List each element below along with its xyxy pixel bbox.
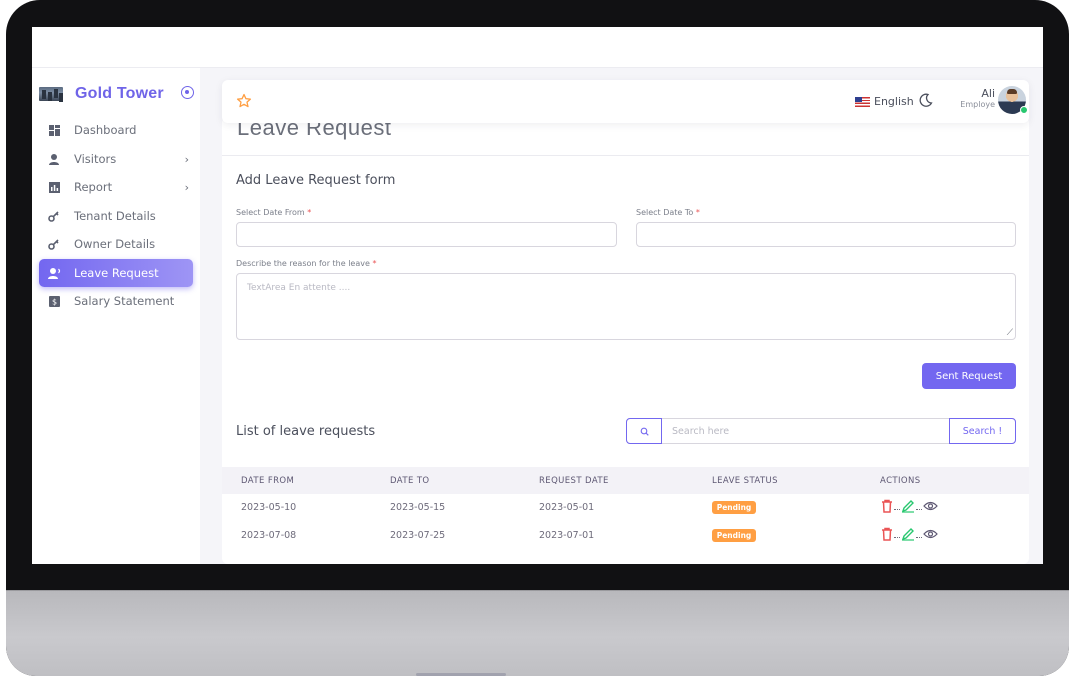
user-name: Ali: [981, 87, 995, 100]
date-to-field[interactable]: [636, 222, 1016, 247]
separator: [916, 537, 922, 538]
user-info[interactable]: Ali Employe: [940, 88, 995, 110]
dashboard-icon: [47, 123, 61, 137]
reason-label: Describe the reason for the leave *: [236, 259, 376, 268]
required-mark: *: [307, 208, 312, 217]
sidebar-item-label: Report: [74, 180, 113, 195]
search-input[interactable]: Search here: [662, 419, 949, 443]
resize-handle-icon[interactable]: ⟋: [1007, 328, 1013, 338]
search-button[interactable]: Search !: [949, 418, 1016, 444]
date-to-label: Select Date To *: [636, 208, 700, 217]
view-icon[interactable]: [923, 500, 938, 512]
separator: [916, 509, 922, 510]
sidebar-nav: Dashboard Visitors › Report › Tenant Det…: [39, 116, 193, 316]
date-to-label-text: Select Date To: [636, 208, 694, 217]
date-from-label: Select Date From *: [236, 208, 311, 217]
chevron-right-icon: ›: [184, 181, 189, 194]
sidebar-toggle-icon[interactable]: [181, 86, 194, 99]
monitor-frame: Gold Tower Dashboard Visitors › Report ›…: [6, 0, 1069, 676]
list-title: List of leave requests: [236, 424, 376, 439]
status-badge: Pending: [712, 529, 756, 542]
row-actions: [881, 499, 938, 513]
sidebar-item-visitors[interactable]: Visitors ›: [39, 145, 193, 174]
reason-textarea[interactable]: TextArea En attente .... ⟋: [236, 273, 1016, 340]
date-from-field[interactable]: [236, 222, 617, 247]
sidebar-item-label: Leave Request: [74, 265, 159, 280]
brand-logo: [39, 87, 63, 101]
online-status-indicator: [1020, 106, 1028, 114]
key-icon: [47, 237, 61, 251]
status-badge: Pending: [712, 501, 756, 514]
sidebar: Gold Tower Dashboard Visitors › Report ›…: [32, 68, 200, 564]
sidebar-item-owner-details[interactable]: Owner Details: [39, 230, 193, 259]
column-header: DATE TO: [390, 476, 430, 486]
salary-icon: $: [47, 294, 61, 308]
search-bar: Search here Search !: [626, 418, 1016, 444]
divider: [222, 155, 1029, 156]
sidebar-item-label: Visitors: [74, 151, 117, 166]
us-flag-icon: [855, 96, 870, 107]
date-from-label-text: Select Date From: [236, 208, 305, 217]
required-mark: *: [695, 208, 700, 217]
sidebar-item-report[interactable]: Report ›: [39, 173, 193, 202]
avatar[interactable]: [998, 86, 1028, 114]
cell-date-to: 2023-05-15: [390, 502, 446, 513]
column-header: REQUEST DATE: [539, 476, 609, 486]
required-mark: *: [372, 259, 377, 268]
reason-label-text: Describe the reason for the leave: [236, 259, 370, 268]
cell-date-to: 2023-07-25: [390, 530, 446, 541]
cell-request-date: 2023-07-01: [539, 530, 595, 541]
report-icon: [47, 180, 61, 194]
delete-icon[interactable]: [881, 499, 893, 513]
sidebar-item-dashboard[interactable]: Dashboard: [39, 116, 193, 145]
table-row: 2023-05-10 2023-05-15 2023-05-01 Pending: [222, 494, 1029, 522]
column-header: ACTIONS: [880, 476, 921, 486]
visitors-icon: [47, 152, 61, 166]
leave-request-icon: [47, 266, 61, 280]
user-role: Employe: [960, 100, 995, 109]
svg-text:$: $: [51, 297, 56, 306]
moon-icon[interactable]: [919, 93, 933, 107]
cell-date-from: 2023-05-10: [241, 502, 297, 513]
sidebar-item-tenant-details[interactable]: Tenant Details: [39, 202, 193, 231]
browser-top-strip: [32, 27, 1043, 68]
delete-icon[interactable]: [881, 527, 893, 541]
sidebar-item-label: Tenant Details: [74, 208, 156, 223]
chin-divider: [6, 590, 1069, 591]
brand[interactable]: Gold Tower: [39, 83, 194, 105]
edit-icon[interactable]: [901, 527, 915, 541]
table-row: 2023-07-08 2023-07-25 2023-07-01 Pending: [222, 522, 1029, 550]
chevron-right-icon: ›: [184, 152, 189, 166]
app-screen: Gold Tower Dashboard Visitors › Report ›…: [32, 27, 1043, 564]
sidebar-item-label: Owner Details: [74, 237, 156, 252]
reason-placeholder: TextArea En attente ....: [247, 283, 351, 293]
search-icon[interactable]: [626, 418, 662, 444]
sidebar-item-leave-request[interactable]: Leave Request: [39, 258, 193, 287]
cell-date-from: 2023-07-08: [241, 530, 297, 541]
separator: [894, 509, 900, 510]
sidebar-item-label: Salary Statement: [74, 294, 175, 309]
main-content: Leave Request Add Leave Request form Sel…: [222, 115, 1029, 564]
column-header: DATE FROM: [241, 476, 295, 486]
star-icon[interactable]: [236, 93, 252, 109]
key-icon: [47, 209, 61, 223]
top-navbar: English Ali Employe: [222, 80, 1029, 123]
sidebar-item-salary-statement[interactable]: $ Salary Statement: [39, 287, 193, 316]
row-actions: [881, 527, 938, 541]
table-header: DATE FROM DATE TO REQUEST DATE LEAVE STA…: [222, 467, 1029, 494]
view-icon[interactable]: [923, 528, 938, 540]
brand-name: Gold Tower: [75, 85, 164, 102]
language-switcher[interactable]: English: [855, 95, 914, 108]
separator: [894, 537, 900, 538]
monitor-chin: [6, 590, 1069, 676]
form-title: Add Leave Request form: [236, 173, 396, 188]
send-request-button[interactable]: Sent Request: [922, 363, 1016, 389]
edit-icon[interactable]: [901, 499, 915, 513]
cell-request-date: 2023-05-01: [539, 502, 595, 513]
column-header: LEAVE STATUS: [712, 476, 778, 486]
sidebar-item-label: Dashboard: [74, 123, 137, 138]
language-label: English: [874, 95, 914, 108]
